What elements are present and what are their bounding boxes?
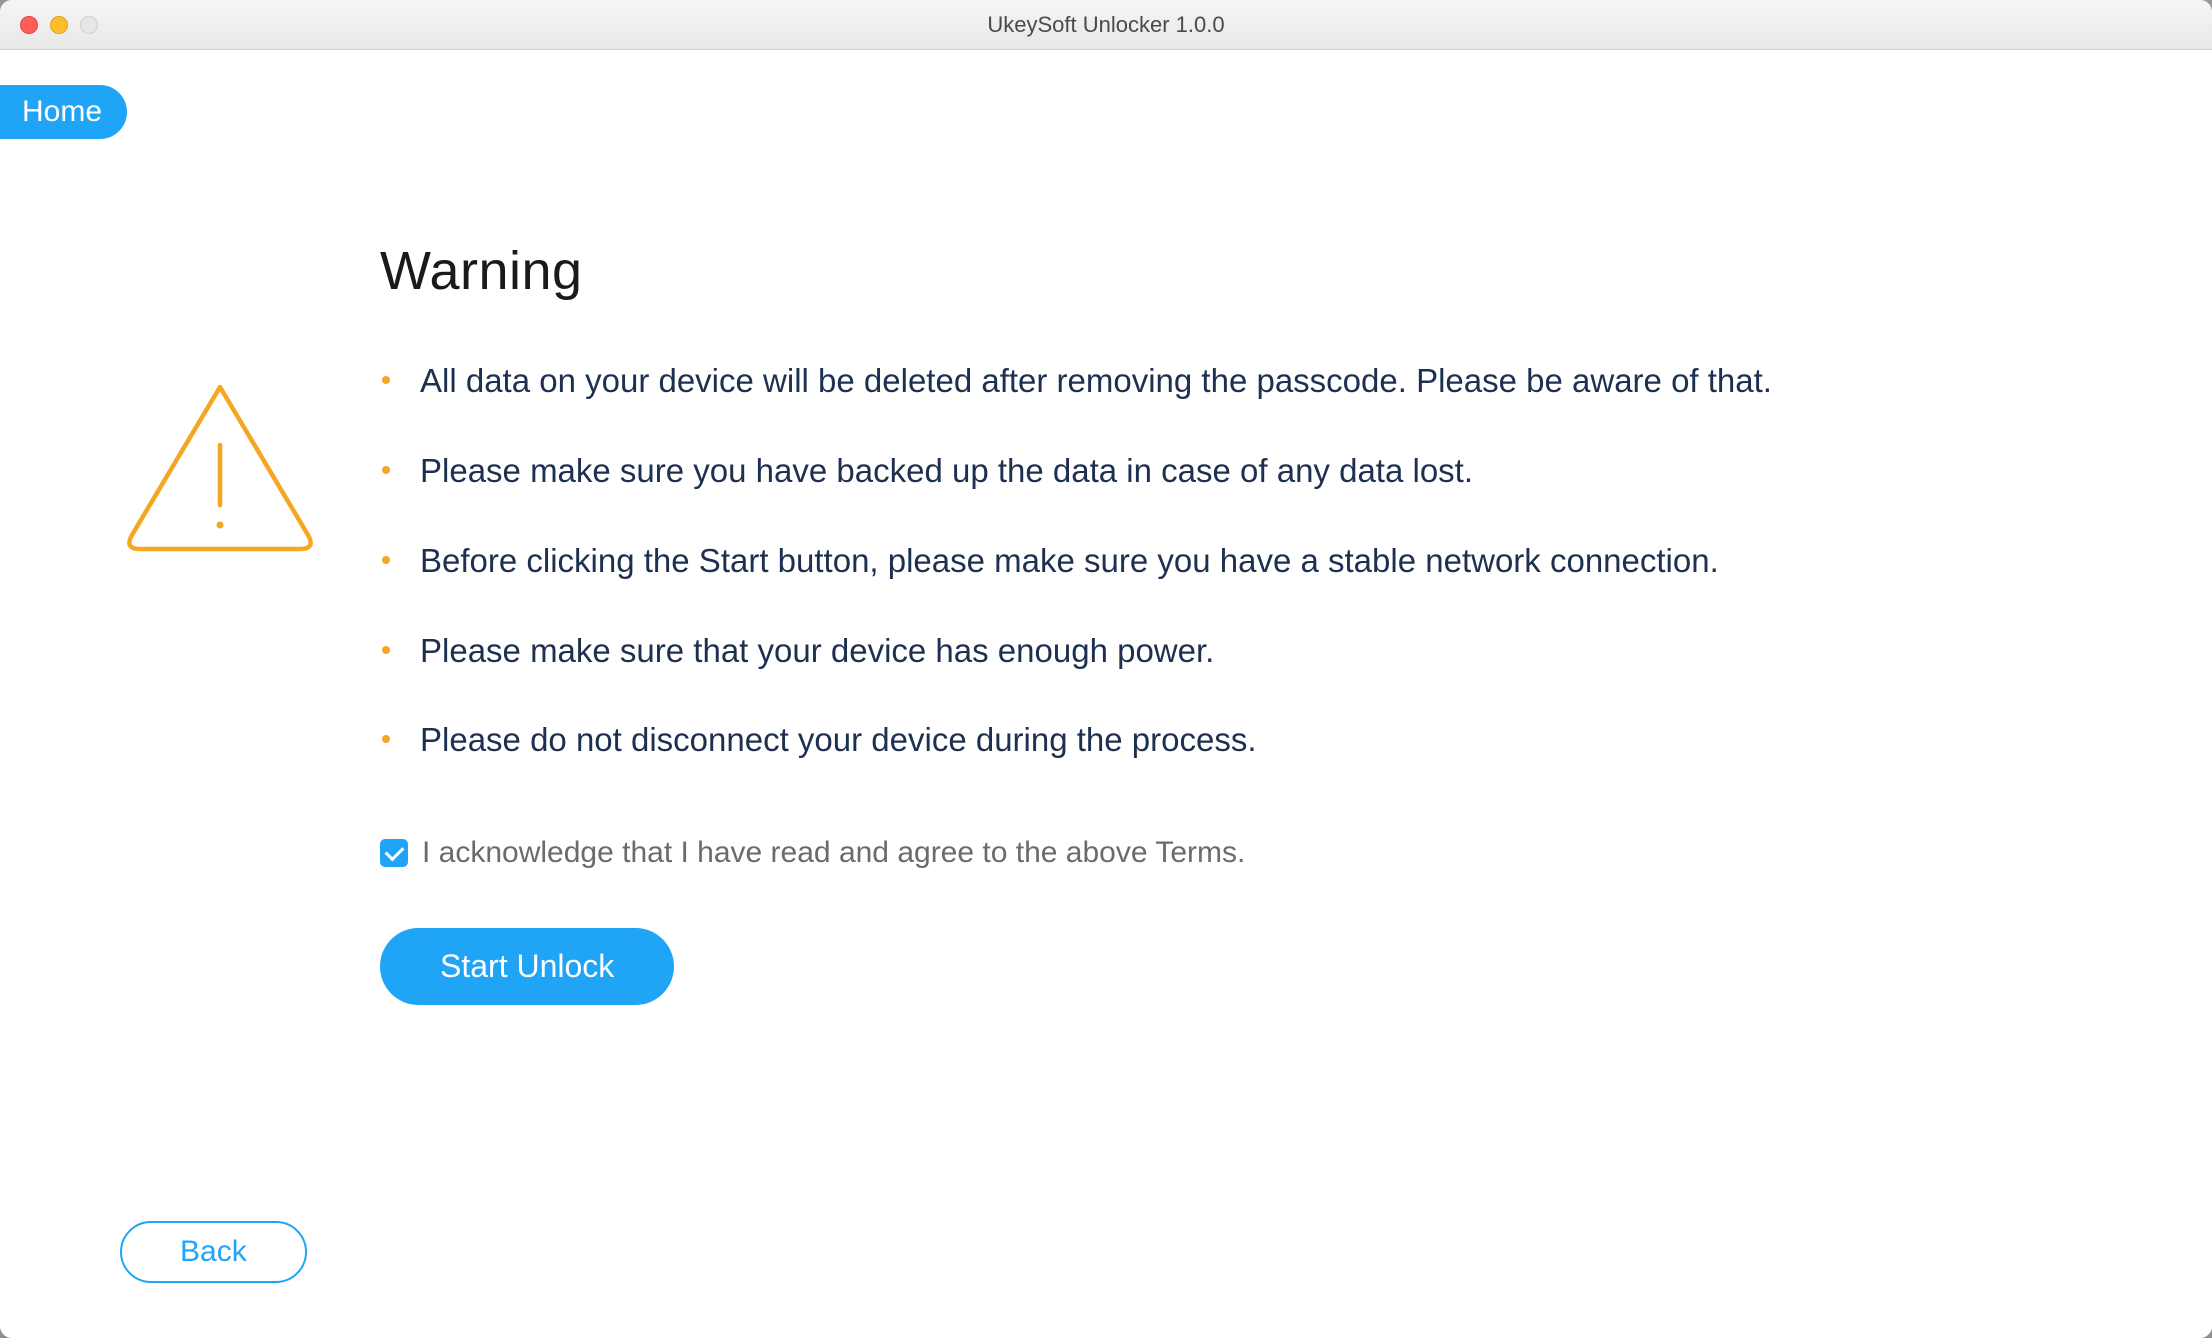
acknowledge-checkbox[interactable] <box>380 839 408 867</box>
warning-item: Please make sure that your device has en… <box>380 627 2122 675</box>
warning-item: Please do not disconnect your device dur… <box>380 716 2122 764</box>
warning-icon-wrap <box>120 240 320 1005</box>
app-window: UkeySoft Unlocker 1.0.0 Home Warning All… <box>0 0 2212 1338</box>
warning-item: Before clicking the Start button, please… <box>380 537 2122 585</box>
acknowledge-row: I acknowledge that I have read and agree… <box>380 836 2122 870</box>
window-title: UkeySoft Unlocker 1.0.0 <box>987 12 1224 38</box>
minimize-window-button[interactable] <box>50 16 68 34</box>
start-unlock-label: Start Unlock <box>440 948 614 984</box>
warning-list: All data on your device will be deleted … <box>380 357 2122 764</box>
warning-triangle-icon <box>120 375 320 555</box>
back-button[interactable]: Back <box>120 1221 307 1283</box>
back-label: Back <box>180 1235 247 1268</box>
acknowledge-label: I acknowledge that I have read and agree… <box>422 836 1245 870</box>
warning-heading: Warning <box>380 240 2122 302</box>
content-area: Home Warning All data on your device wil… <box>0 50 2212 1338</box>
warning-text-block: Warning All data on your device will be … <box>380 240 2122 1005</box>
warning-item: All data on your device will be deleted … <box>380 357 2122 405</box>
close-window-button[interactable] <box>20 16 38 34</box>
main-content: Warning All data on your device will be … <box>0 50 2212 1005</box>
warning-item: Please make sure you have backed up the … <box>380 447 2122 495</box>
maximize-window-button[interactable] <box>80 16 98 34</box>
titlebar: UkeySoft Unlocker 1.0.0 <box>0 0 2212 50</box>
home-label: Home <box>22 95 102 128</box>
home-button[interactable]: Home <box>0 85 127 139</box>
start-unlock-button[interactable]: Start Unlock <box>380 928 674 1005</box>
traffic-lights <box>20 16 98 34</box>
